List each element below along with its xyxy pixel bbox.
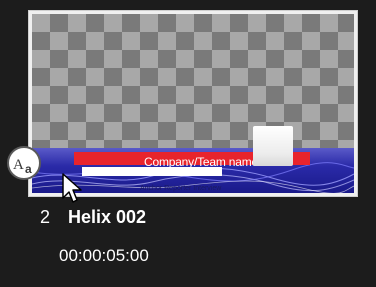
white-square-graphic — [253, 126, 293, 166]
media-clip-card[interactable]: Company/Team name Anchor Reporter Interv… — [0, 0, 376, 287]
clip-title[interactable]: Helix 002 — [68, 207, 146, 228]
svg-text:A: A — [13, 157, 24, 173]
clip-thumbnail: Company/Team name Anchor Reporter Interv… — [32, 14, 354, 193]
svg-text:a: a — [25, 162, 32, 176]
text-template-icon: A a — [7, 146, 41, 180]
clip-thumbnail-frame[interactable]: Company/Team name Anchor Reporter Interv… — [28, 10, 358, 197]
clip-duration: 00:00:05:00 — [59, 246, 149, 265]
subtitle-text: Anchor Reporter Interview — [140, 185, 222, 192]
subtitle-bar-white: Anchor Reporter Interview — [82, 167, 222, 192]
clip-index: 2 — [40, 207, 51, 227]
mouse-pointer-icon — [62, 173, 82, 203]
